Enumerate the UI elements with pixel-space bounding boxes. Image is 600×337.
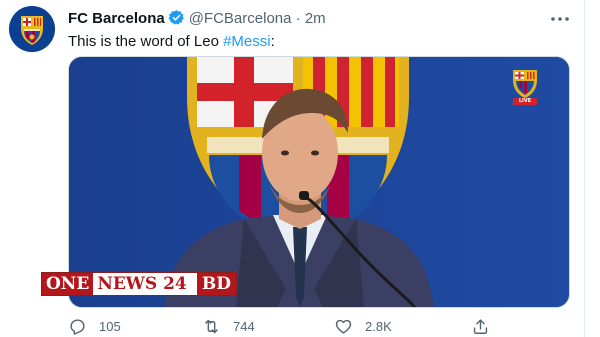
live-badge: LIVE xyxy=(518,98,532,104)
retweet-icon xyxy=(205,319,218,333)
reply-button[interactable]: 105 xyxy=(68,316,121,336)
watermark-news: NEWS 24 xyxy=(97,274,187,294)
retweet-count: 744 xyxy=(233,318,255,334)
tweet-card[interactable]: FC Barcelona @FCBarcelona · 2m This is th… xyxy=(0,0,585,337)
verified-badge-icon xyxy=(168,9,185,30)
watermark-bd: BD xyxy=(196,273,236,295)
share-button[interactable] xyxy=(471,316,502,336)
author-name[interactable]: FC Barcelona xyxy=(68,10,165,27)
separator-dot: · xyxy=(295,10,301,27)
tweet-text-prefix: This is the word of Leo xyxy=(68,33,224,50)
tweet-header: FC Barcelona @FCBarcelona · 2m xyxy=(68,9,326,29)
watermark-one: ONE xyxy=(42,273,94,295)
tweet-action-bar: 105 744 2.8K xyxy=(68,316,498,336)
reply-icon xyxy=(70,318,85,335)
press-conference-photo: F C B xyxy=(69,57,569,307)
author-handle[interactable]: @FCBarcelona xyxy=(189,10,292,27)
fc-barcelona-crest-icon xyxy=(9,6,55,52)
avatar[interactable] xyxy=(9,6,55,52)
tweet-text: This is the word of Leo #Messi: xyxy=(68,33,275,50)
news-watermark-logo: ONE NEWS 24 BD xyxy=(41,272,237,296)
heart-icon xyxy=(335,319,352,334)
share-icon xyxy=(473,318,488,334)
more-options-button[interactable] xyxy=(549,12,571,26)
tweet-media-image[interactable]: F C B xyxy=(68,56,570,308)
tweet-text-suffix: : xyxy=(270,33,275,50)
like-button[interactable]: 2.8K xyxy=(334,316,392,336)
hashtag-link[interactable]: #Messi xyxy=(223,33,271,50)
more-options-icon xyxy=(551,17,569,21)
retweet-button[interactable]: 744 xyxy=(202,316,255,336)
channel-logo: LIVE xyxy=(510,69,540,105)
like-count: 2.8K xyxy=(365,318,392,334)
reply-count: 105 xyxy=(99,318,121,334)
tweet-timestamp[interactable]: 2m xyxy=(305,10,326,27)
